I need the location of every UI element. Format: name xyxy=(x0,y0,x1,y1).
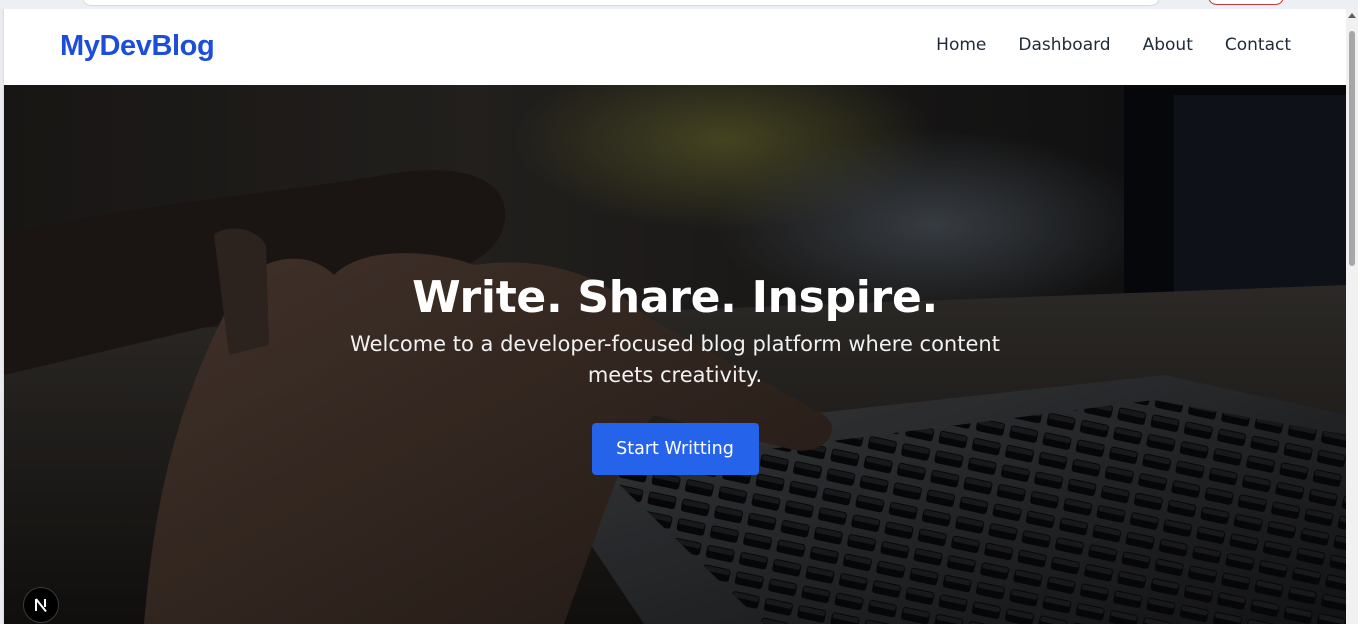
address-bar[interactable] xyxy=(82,0,1160,6)
navbar: MyDevBlog Home Dashboard About Contact xyxy=(4,9,1346,85)
page-scrollbar[interactable] xyxy=(1346,9,1358,624)
page: MyDevBlog Home Dashboard About Contact W… xyxy=(3,9,1346,624)
nextjs-n-icon xyxy=(35,598,47,613)
nav-link-contact[interactable]: Contact xyxy=(1225,35,1291,55)
nav-link-about[interactable]: About xyxy=(1143,35,1193,55)
brand-logo[interactable]: MyDevBlog xyxy=(60,30,215,63)
nav-links: Home Dashboard About Contact xyxy=(936,35,1291,55)
scroll-up-arrow-icon[interactable] xyxy=(1348,13,1356,18)
nav-link-home[interactable]: Home xyxy=(936,35,986,55)
scrollbar-thumb[interactable] xyxy=(1349,31,1355,266)
hero-section: Write. Share. Inspire. Welcome to a deve… xyxy=(4,85,1346,624)
hero-subtitle: Welcome to a developer-focused blog plat… xyxy=(350,332,1000,387)
browser-action-button[interactable] xyxy=(1208,0,1284,5)
hero-content: Write. Share. Inspire. Welcome to a deve… xyxy=(4,271,1346,475)
browser-top-strip xyxy=(0,0,1358,9)
nav-link-dashboard[interactable]: Dashboard xyxy=(1018,35,1110,55)
nextjs-logo-icon[interactable] xyxy=(23,587,59,623)
hero-title: Write. Share. Inspire. xyxy=(412,272,938,323)
start-writing-button[interactable]: Start Writting xyxy=(591,423,759,475)
